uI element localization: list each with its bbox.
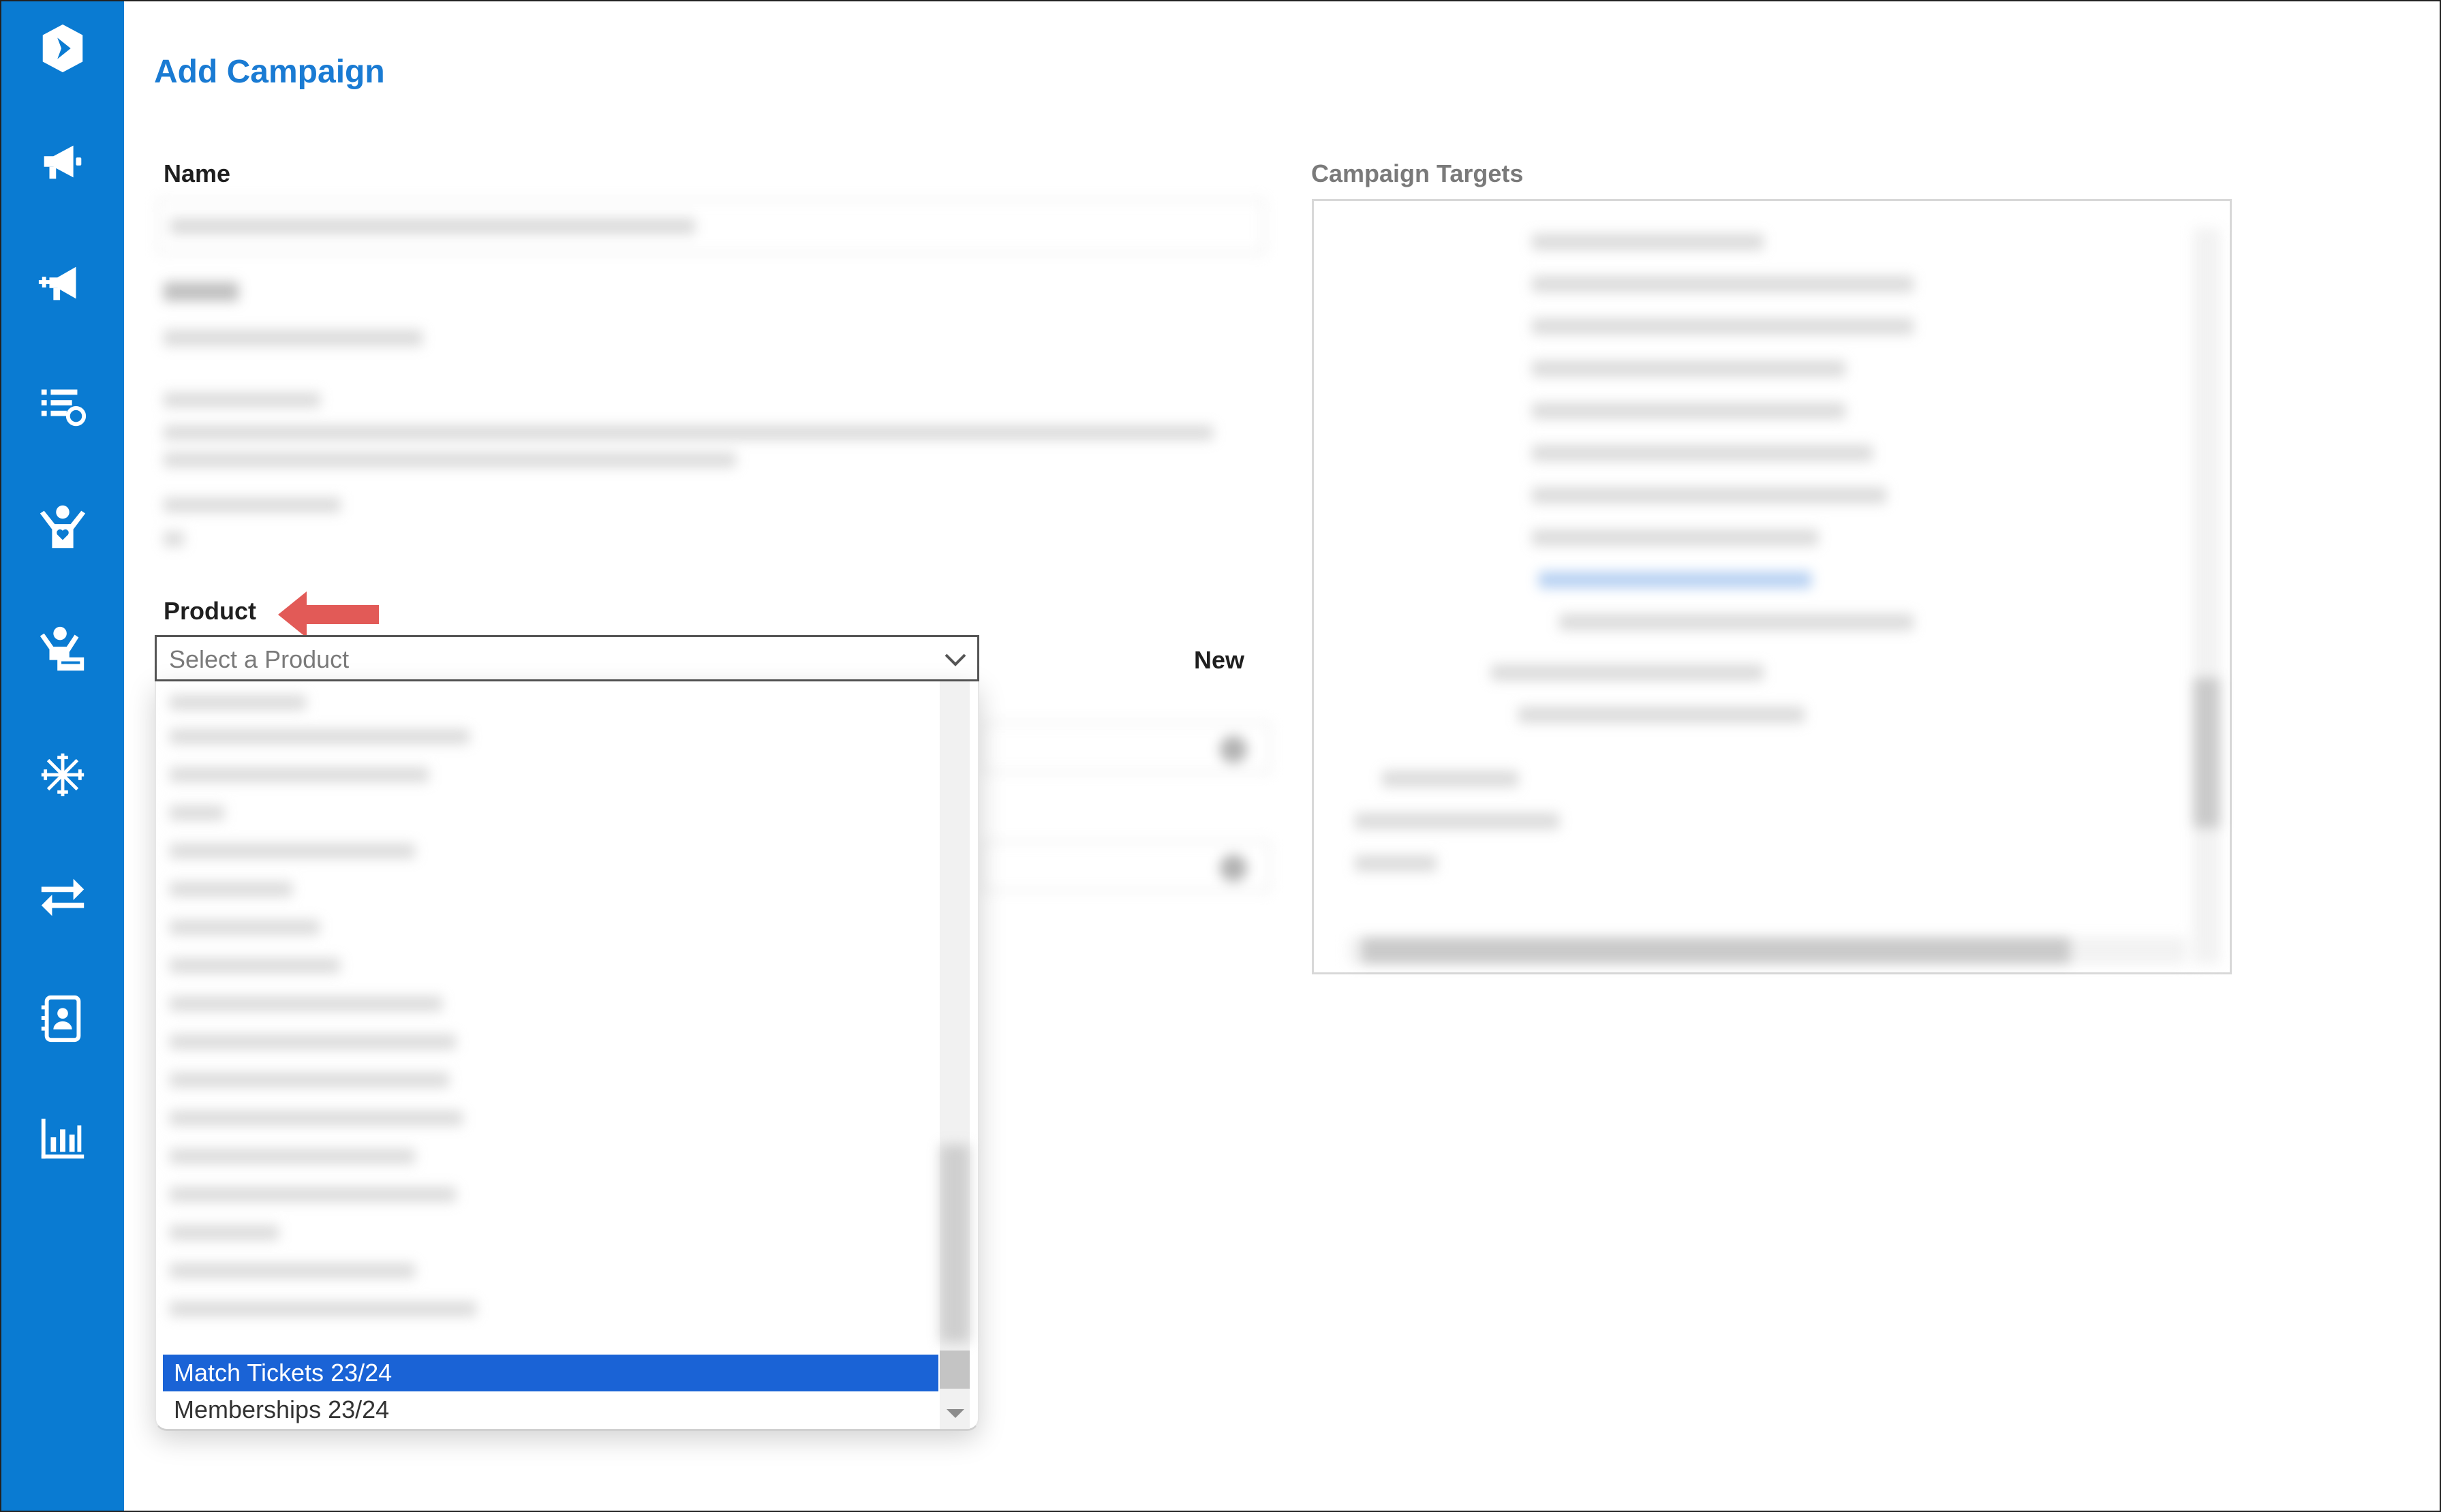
obscured-bar <box>1532 318 1914 335</box>
obscured-bar <box>170 729 470 744</box>
obscured-bar <box>170 1187 456 1202</box>
list-settings-icon[interactable] <box>32 375 93 436</box>
bar-chart-icon[interactable] <box>32 1109 93 1171</box>
obscured-bar <box>170 695 306 710</box>
chevron-down-icon[interactable] <box>943 649 968 670</box>
obscured-bar <box>170 996 442 1011</box>
obscured-bar <box>170 1225 279 1240</box>
snowflake-icon[interactable] <box>32 744 93 805</box>
obscured-bar <box>170 1301 476 1316</box>
obscured-bar <box>170 767 429 782</box>
person-heart-icon[interactable] <box>32 496 93 557</box>
obscured-bar <box>1532 487 1886 504</box>
scroll-down-icon[interactable] <box>947 1409 964 1418</box>
product-dropdown[interactable]: Match Tickets 23/24 Memberships 23/24 <box>155 681 979 1431</box>
obscured-bar <box>170 1111 463 1126</box>
obscured-bar <box>1382 771 1518 787</box>
campaign-targets-label: Campaign Targets <box>1311 159 1524 187</box>
campaign-targets-tree[interactable] <box>1312 199 2232 974</box>
obscured-bar <box>164 497 341 512</box>
obscured-options <box>156 681 940 1429</box>
obscured-bar <box>1532 276 1914 292</box>
obscured-bar <box>164 330 423 346</box>
obscured-bar <box>1491 664 1764 681</box>
product-select[interactable]: Select a Product <box>155 635 979 681</box>
obscured-bar <box>1559 614 1914 630</box>
obscured-bar <box>1518 707 1805 723</box>
obscured-bar <box>164 282 239 301</box>
obscured-bar <box>1532 445 1873 461</box>
logo-icon[interactable] <box>32 18 93 79</box>
obscured-bar <box>164 452 736 467</box>
product-label: Product <box>164 597 257 625</box>
obscured-bar <box>1532 234 1764 250</box>
obscured-bar <box>170 805 224 820</box>
obscured-bar <box>164 425 1213 440</box>
obscured-bar <box>1220 736 1247 763</box>
person-badge-icon[interactable] <box>32 619 93 680</box>
swap-arrows-icon[interactable] <box>32 867 93 928</box>
obscured-bar <box>170 882 292 897</box>
megaphone-icon[interactable] <box>32 131 93 192</box>
product-select-placeholder: Select a Product <box>169 645 350 673</box>
callout-arrow-icon <box>278 591 379 638</box>
option-memberships[interactable]: Memberships 23/24 <box>163 1391 938 1428</box>
obscured-bar <box>1539 572 1811 588</box>
page-title: Add Campaign <box>154 54 385 90</box>
obscured-bar <box>2193 228 2220 964</box>
obscured-bar <box>170 1034 456 1049</box>
obscured-bar <box>2193 678 2220 828</box>
obscured-bar <box>1220 854 1247 882</box>
name-label: Name <box>164 159 231 187</box>
obscured-bar <box>1355 855 1437 871</box>
obscured-bar <box>1532 403 1845 419</box>
obscured-bar <box>1362 937 2070 964</box>
obscured-bar <box>170 958 340 973</box>
obscured-bar <box>1532 529 1818 546</box>
obscured-bar <box>170 844 415 859</box>
new-label: New <box>1194 646 1245 674</box>
obscured-bar <box>164 531 184 546</box>
dropdown-scroll-thumb[interactable] <box>940 1145 970 1342</box>
obscured-bar <box>1355 813 1559 829</box>
megaphone-add-icon[interactable] <box>32 252 93 313</box>
obscured-bar <box>170 218 695 234</box>
dropdown-scroll-thumb-visible[interactable] <box>940 1351 970 1389</box>
obscured-bar <box>170 1073 449 1087</box>
obscured-bar <box>170 1263 415 1278</box>
obscured-bar <box>170 920 320 935</box>
obscured-tree-content <box>1314 201 2230 972</box>
contact-card-icon[interactable] <box>32 988 93 1049</box>
obscured-bar <box>164 392 320 407</box>
obscured-bar <box>1532 360 1845 377</box>
obscured-bar <box>170 1149 415 1164</box>
sidebar <box>1 1 124 1511</box>
option-match-tickets[interactable]: Match Tickets 23/24 <box>163 1355 938 1391</box>
